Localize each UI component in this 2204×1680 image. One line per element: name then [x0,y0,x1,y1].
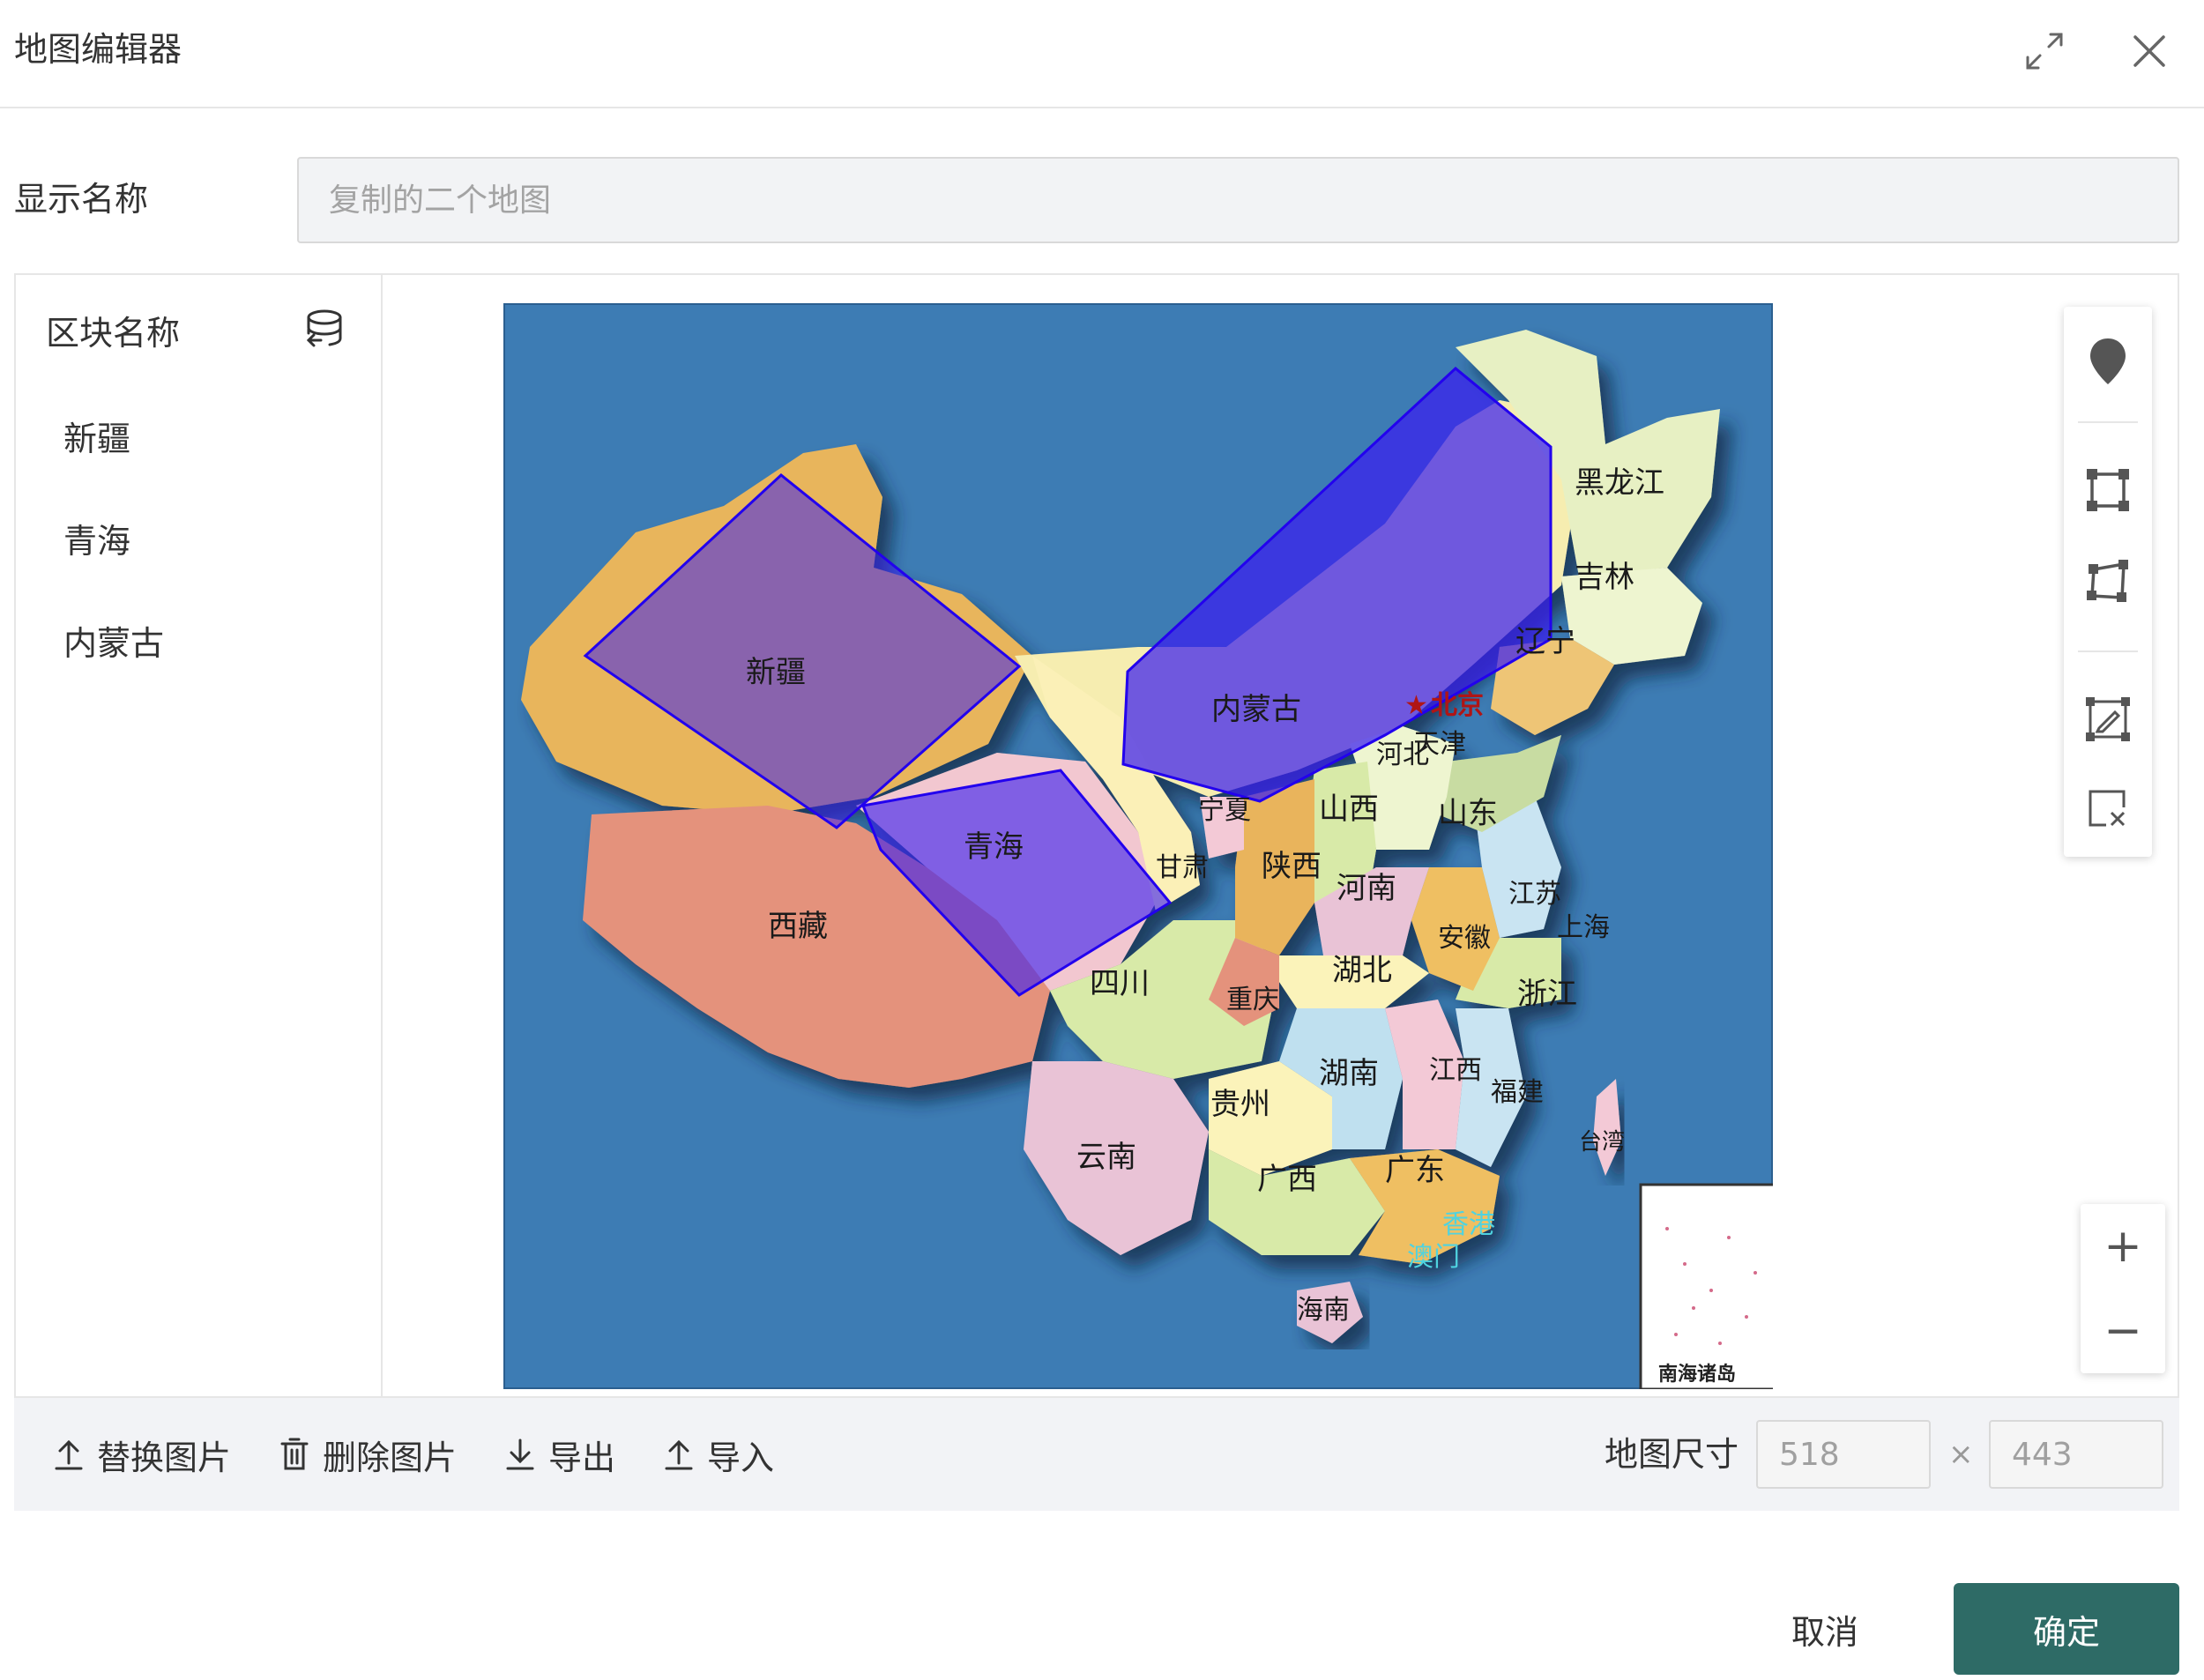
svg-text:河北: 河北 [1376,740,1429,770]
svg-text:江西: 江西 [1429,1055,1482,1086]
replace-image-button[interactable]: 替换图片 [53,1430,231,1479]
svg-text:上海: 上海 [1557,912,1610,943]
zoom-controls: + − [2081,1204,2165,1373]
export-label: 导出 [548,1438,616,1477]
svg-text:山东: 山东 [1438,796,1498,831]
import-label: 导入 [707,1438,775,1477]
map-editor-area: 区块名称 新疆 青海 内蒙古 南海诸岛 新疆 青海 内蒙古 西藏 黑龙江 吉林 … [14,273,2179,1398]
dialog-header: 地图编辑器 [0,0,2204,108]
svg-text:甘肃: 甘肃 [1156,852,1209,883]
svg-text:宁夏: 宁夏 [1198,795,1251,826]
svg-text:河南: 河南 [1337,871,1396,906]
svg-text:海南: 海南 [1297,1295,1350,1326]
svg-text:安徽: 安徽 [1438,923,1491,954]
svg-text:重庆: 重庆 [1226,985,1279,1015]
expand-icon[interactable] [2020,26,2069,76]
svg-text:陕西: 陕西 [1262,849,1322,884]
map-size-label: 地图尺寸 [1605,1435,1739,1474]
map-width-input[interactable] [1756,1420,1931,1489]
delete-image-label: 删除图片 [323,1438,458,1477]
download-icon [506,1438,534,1470]
region-item-qinghai[interactable]: 青海 [63,518,130,564]
drawing-toolbar [2064,307,2152,857]
confirm-button[interactable]: 确定 [1954,1583,2179,1675]
trash-icon [280,1438,309,1470]
display-name-label: 显示名称 [14,180,149,219]
map-image[interactable]: 南海诸岛 新疆 青海 内蒙古 西藏 黑龙江 吉林 辽宁 ★ 北京 天津 河北 山… [503,303,1773,1389]
region-label-xinjiang: 新疆 [746,655,806,690]
delete-shape-icon[interactable] [2081,783,2134,836]
svg-text:四川: 四川 [1090,966,1150,1001]
close-icon[interactable] [2125,26,2174,76]
svg-text:广西: 广西 [1257,1162,1317,1197]
svg-text:澳门: 澳门 [1407,1242,1460,1273]
edit-shape-icon[interactable] [2081,693,2134,746]
map-canvas[interactable]: 南海诸岛 新疆 青海 内蒙古 西藏 黑龙江 吉林 辽宁 ★ 北京 天津 河北 山… [384,275,2179,1396]
svg-text:南海诸岛: 南海诸岛 [1658,1363,1736,1386]
svg-text:云南: 云南 [1076,1140,1136,1175]
svg-text:西藏: 西藏 [768,909,828,944]
svg-text:湖南: 湖南 [1319,1056,1379,1091]
svg-text:浙江: 浙江 [1517,977,1577,1012]
display-name-input[interactable] [297,157,2179,243]
replace-image-label: 替换图片 [97,1438,232,1477]
image-action-bar: 替换图片 删除图片 导出 导入 地图尺寸 × [14,1398,2179,1511]
upload-icon [665,1439,693,1470]
svg-text:湖北: 湖北 [1332,953,1392,988]
region-list-panel: 区块名称 新疆 青海 内蒙古 [16,275,383,1396]
zoom-out-button[interactable]: − [2081,1289,2165,1373]
rectangle-draw-icon[interactable] [2081,464,2134,517]
region-item-xinjiang[interactable]: 新疆 [63,416,130,462]
map-pin-icon[interactable] [2081,335,2134,388]
dialog-title: 地图编辑器 [14,30,182,69]
delete-image-button[interactable]: 删除图片 [279,1430,457,1479]
region-label-neimenggu: 内蒙古 [1211,692,1301,727]
upload-icon [55,1439,83,1470]
region-label-qinghai: 青海 [964,829,1024,865]
map-height-input[interactable] [1989,1420,2163,1489]
database-import-icon[interactable] [298,307,347,356]
svg-text:香港: 香港 [1442,1209,1495,1240]
zoom-in-button[interactable]: + [2081,1204,2165,1289]
svg-text:★: ★ [1404,690,1428,721]
south-china-sea-inset: 南海诸岛 [1639,1183,1773,1389]
cancel-button[interactable]: 取消 [1772,1583,1878,1675]
svg-text:黑龙江: 黑龙江 [1575,465,1664,501]
svg-text:贵州: 贵州 [1210,1087,1270,1122]
region-list-heading: 区块名称 [46,314,181,353]
region-item-neimenggu[interactable]: 内蒙古 [63,621,164,666]
svg-text:台湾: 台湾 [1579,1129,1625,1156]
export-button[interactable]: 导出 [504,1430,615,1479]
svg-text:山西: 山西 [1319,792,1379,827]
size-separator: × [1948,1437,1974,1472]
svg-text:江苏: 江苏 [1508,879,1561,910]
svg-text:福建: 福建 [1491,1077,1544,1108]
svg-text:广东: 广东 [1385,1153,1445,1188]
map-editor-dialog: 地图编辑器 显示名称 区块名称 [0,0,2204,1680]
svg-text:辽宁: 辽宁 [1515,624,1575,659]
polygon-draw-icon[interactable] [2081,555,2134,608]
svg-text:吉林: 吉林 [1575,560,1634,595]
svg-text:北京: 北京 [1431,690,1484,721]
import-button[interactable]: 导入 [663,1430,774,1479]
